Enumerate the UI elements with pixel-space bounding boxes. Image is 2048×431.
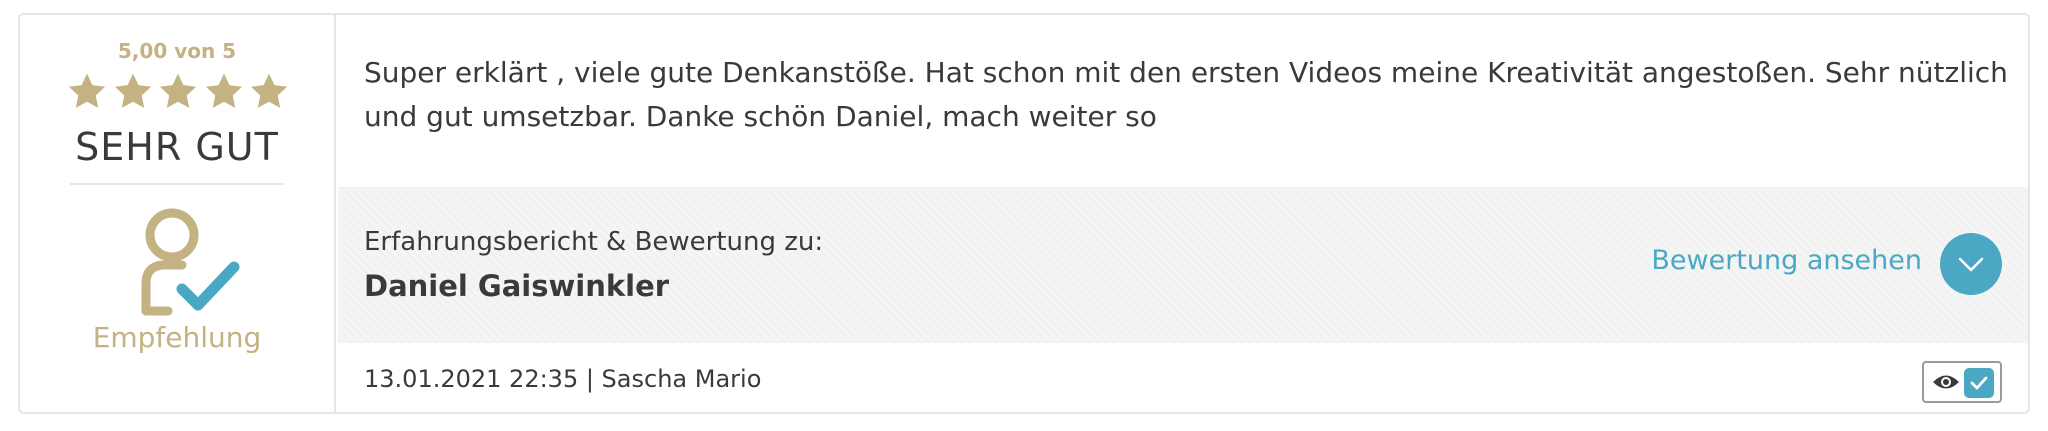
subject-label: Erfahrungsbericht & Bewertung zu: (364, 227, 824, 257)
recommendation-label: Empfehlung (92, 321, 262, 354)
star-icon (157, 71, 199, 113)
review-text: Super erklärt , viele gute Denkanstöße. … (364, 56, 2008, 133)
star-icon (112, 71, 154, 113)
chevron-down-icon (1958, 257, 1984, 272)
star-icon (66, 71, 108, 113)
verified-badge[interactable] (1922, 361, 2002, 403)
person-check-icon (138, 205, 242, 317)
star-rating (66, 71, 290, 117)
divider (70, 183, 284, 185)
star-icon (203, 71, 245, 113)
review-meta: 13.01.2021 22:35 | Sascha Mario (364, 365, 762, 393)
subject-name: Daniel Gaiswinkler (364, 269, 670, 303)
rating-score: 5,00 von 5 (117, 39, 237, 63)
review-subject: Erfahrungsbericht & Bewertung zu: Daniel… (338, 187, 2028, 343)
rating-label: SEHR GUT (75, 125, 279, 169)
review-card: 5,00 von 5 SEHR GUT Empfehlung Super erk… (18, 13, 2030, 414)
check-icon (1964, 368, 1994, 398)
review-content: Super erklärt , viele gute Denkanstöße. … (338, 15, 2028, 412)
view-rating-button[interactable] (1940, 233, 2002, 295)
eye-icon (1932, 372, 1960, 392)
rating-panel: 5,00 von 5 SEHR GUT Empfehlung (20, 15, 336, 412)
star-icon (248, 71, 290, 113)
view-rating-link[interactable]: Bewertung ansehen (1651, 245, 1922, 276)
